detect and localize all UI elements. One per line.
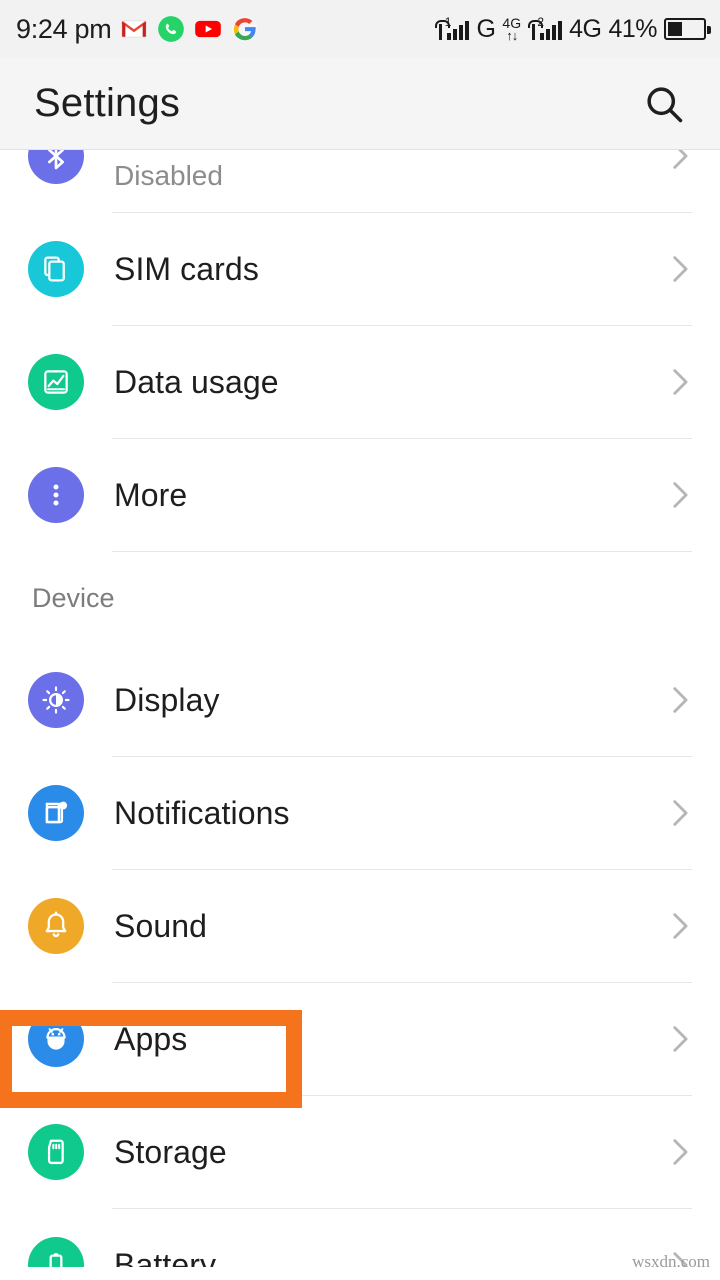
battery-percent-label: 41%	[608, 14, 657, 43]
chevron-right-icon	[673, 1139, 688, 1165]
section-header-label: Device	[32, 582, 115, 613]
list-item-display[interactable]: Display	[0, 644, 720, 756]
data-usage-icon-badge	[28, 354, 84, 410]
list-item-more[interactable]: More	[0, 439, 720, 551]
data-usage-chart-icon	[44, 370, 68, 394]
watermark: wsxdn.com	[632, 1252, 710, 1271]
data-usage-labels: Data usage	[114, 364, 662, 401]
settings-screen: 9:24 pm 1 G 4G ↑↓ 2 4G 41% Settings Disa…	[0, 0, 720, 1280]
sd-card-icon	[47, 1139, 64, 1165]
settings-list[interactable]: Bluetooth Disabled SIM cards	[0, 150, 720, 1267]
chevron-right-icon	[673, 800, 688, 826]
list-item-bluetooth[interactable]: Bluetooth Disabled	[0, 150, 720, 212]
notification-square-icon	[45, 801, 68, 824]
battery-labels: Battery	[114, 1247, 662, 1267]
bluetooth-icon-badge	[28, 150, 84, 184]
list-item-title: Sound	[114, 907, 208, 944]
sim-card-icon	[44, 256, 65, 282]
notifications-icon-badge	[28, 785, 84, 841]
sim2-signal-icon: 2	[528, 15, 563, 40]
status-bar-left: 9:24 pm	[16, 14, 435, 45]
list-item-title: Notifications	[114, 794, 290, 831]
data-transfer-icon: 4G ↑↓	[502, 16, 521, 42]
list-item-storage[interactable]: Storage	[0, 1096, 720, 1208]
youtube-icon	[195, 20, 222, 38]
more-icon-badge	[28, 467, 84, 523]
battery-icon	[49, 1253, 63, 1267]
display-labels: Display	[114, 682, 662, 719]
section-header-device: Device	[0, 552, 720, 644]
storage-labels: Storage	[114, 1134, 662, 1171]
list-item-subtitle: Disabled	[114, 159, 223, 191]
notifications-labels: Notifications	[114, 795, 662, 832]
list-item-title: Data usage	[114, 363, 279, 400]
brightness-icon	[42, 686, 70, 714]
list-item-sim-cards[interactable]: SIM cards	[0, 213, 720, 325]
search-button[interactable]	[636, 76, 692, 132]
sim1-signal-icon: 1	[435, 15, 470, 40]
android-robot-icon	[46, 1028, 66, 1050]
more-labels: More	[114, 477, 662, 514]
bell-icon	[45, 911, 67, 938]
sound-labels: Sound	[114, 908, 662, 945]
chevron-right-icon	[673, 913, 688, 939]
list-item-sound[interactable]: Sound	[0, 870, 720, 982]
chevron-right-icon	[673, 687, 688, 713]
gmail-icon	[121, 20, 148, 38]
battery-icon	[664, 18, 711, 40]
apps-icon-badge	[28, 1011, 84, 1067]
updown-arrows-icon: ↑↓	[506, 28, 518, 43]
network-type-1-label: G	[476, 14, 496, 43]
list-item-title: Display	[114, 681, 220, 718]
storage-icon-badge	[28, 1124, 84, 1180]
search-icon	[647, 86, 683, 122]
app-bar: Settings	[0, 58, 720, 150]
bluetooth-icon	[48, 150, 64, 170]
list-item-title: SIM cards	[114, 250, 259, 287]
list-item-title: Battery	[114, 1246, 217, 1267]
more-dots-icon	[53, 484, 59, 506]
network-type-2-label: 4G	[569, 14, 602, 43]
whatsapp-icon	[158, 16, 185, 42]
sim1-number: 1	[444, 15, 452, 29]
chevron-right-icon	[673, 1026, 688, 1052]
list-item-title: Storage	[114, 1133, 227, 1170]
sim-cards-labels: SIM cards	[114, 251, 662, 288]
list-item-title: Bluetooth	[114, 150, 662, 157]
display-icon-badge	[28, 672, 84, 728]
sim2-number: 2	[537, 15, 545, 29]
sim-card-icon-badge	[28, 241, 84, 297]
chevron-right-icon	[673, 482, 688, 508]
list-item-title: Apps	[114, 1020, 188, 1057]
chevron-right-icon	[673, 369, 688, 395]
chevron-right-icon	[673, 256, 688, 282]
status-bar-clock: 9:24 pm	[16, 13, 112, 44]
status-bar-right: 1 G 4G ↑↓ 2 4G 41%	[435, 14, 711, 44]
apps-labels: Apps	[114, 1021, 662, 1058]
battery-row-clipped: Battery	[0, 1209, 720, 1267]
list-item-battery[interactable]: Battery	[0, 1209, 720, 1267]
battery-icon-badge	[28, 1237, 84, 1267]
list-item-data-usage[interactable]: Data usage	[0, 326, 720, 438]
list-item-notifications[interactable]: Notifications	[0, 757, 720, 869]
bluetooth-row-clipped: Bluetooth Disabled	[0, 150, 720, 212]
list-item-apps[interactable]: Apps	[0, 983, 720, 1095]
google-icon	[232, 16, 259, 42]
list-item-title: More	[114, 476, 188, 513]
status-bar: 9:24 pm 1 G 4G ↑↓ 2 4G 41%	[0, 0, 720, 58]
sound-icon-badge	[28, 898, 84, 954]
chevron-right-icon	[673, 150, 688, 169]
page-title: Settings	[34, 81, 181, 125]
bluetooth-labels: Bluetooth Disabled	[114, 150, 662, 192]
